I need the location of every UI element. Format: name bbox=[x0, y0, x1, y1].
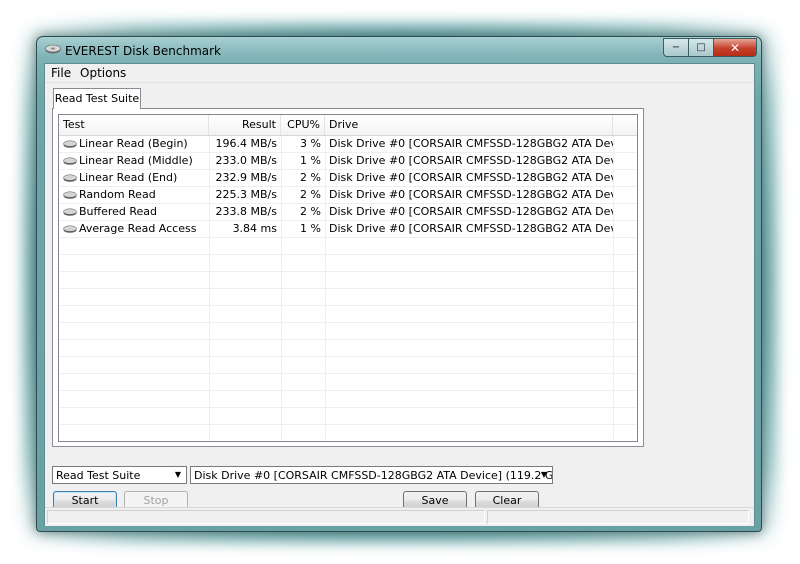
app-window: EVEREST Disk Benchmark − □ ✕ File Option… bbox=[36, 36, 762, 532]
cell-drive: Disk Drive #0 [CORSAIR CMFSSD-128GBG2 AT… bbox=[329, 222, 613, 235]
cell-test: Linear Read (End) bbox=[59, 170, 209, 186]
results-list[interactable]: Test Result CPU% Drive Linear Read (Begi… bbox=[58, 114, 638, 442]
status-pane bbox=[487, 510, 749, 524]
cell-drive: Disk Drive #0 [CORSAIR CMFSSD-128GBG2 AT… bbox=[329, 205, 613, 218]
suite-select[interactable]: Read Test Suite ▼ bbox=[52, 466, 187, 484]
maximize-icon: □ bbox=[696, 42, 706, 53]
cell-test: Average Read Access bbox=[59, 221, 209, 237]
cell-cpu: 1 % bbox=[300, 154, 321, 167]
cell-cpu: 2 % bbox=[300, 205, 321, 218]
suite-select-value: Read Test Suite bbox=[56, 469, 141, 482]
cell-drive: Disk Drive #0 [CORSAIR CMFSSD-128GBG2 AT… bbox=[329, 154, 613, 167]
column-header-drive[interactable]: Drive bbox=[325, 115, 613, 135]
empty-row bbox=[59, 425, 637, 441]
list-rows: Linear Read (Begin) 196.4 MB/s 3 % Disk … bbox=[59, 136, 637, 441]
cell-cpu: 3 % bbox=[300, 137, 321, 150]
table-row[interactable]: Linear Read (Begin) 196.4 MB/s 3 % Disk … bbox=[59, 136, 637, 153]
status-pane bbox=[47, 510, 485, 524]
cell-result: 233.0 MB/s bbox=[215, 154, 277, 167]
window-title: EVEREST Disk Benchmark bbox=[65, 44, 221, 58]
close-icon: ✕ bbox=[729, 40, 741, 55]
cell-test: Buffered Read bbox=[59, 204, 209, 220]
empty-row bbox=[59, 340, 637, 357]
test-name: Random Read bbox=[79, 188, 156, 201]
status-bar bbox=[45, 507, 754, 526]
chevron-down-icon: ▼ bbox=[174, 470, 182, 479]
minimize-button[interactable]: − bbox=[663, 38, 689, 57]
empty-row bbox=[59, 391, 637, 408]
empty-row bbox=[59, 374, 637, 391]
column-header-cpu[interactable]: CPU% bbox=[281, 115, 325, 135]
drive-select[interactable]: Disk Drive #0 [CORSAIR CMFSSD-128GBG2 AT… bbox=[190, 466, 553, 484]
empty-row bbox=[59, 255, 637, 272]
empty-row bbox=[59, 238, 637, 255]
drive-select-value: Disk Drive #0 [CORSAIR CMFSSD-128GBG2 AT… bbox=[194, 469, 553, 482]
disk-drive-icon bbox=[63, 225, 77, 233]
cell-drive: Disk Drive #0 [CORSAIR CMFSSD-128GBG2 AT… bbox=[329, 188, 613, 201]
menu-options[interactable]: Options bbox=[80, 66, 126, 80]
disk-drive-icon bbox=[63, 208, 77, 216]
cell-test: Random Read bbox=[59, 187, 209, 203]
table-row[interactable]: Linear Read (End) 232.9 MB/s 2 % Disk Dr… bbox=[59, 170, 637, 187]
test-name: Linear Read (Begin) bbox=[79, 137, 188, 150]
maximize-button[interactable]: □ bbox=[689, 38, 714, 57]
cell-cpu: 1 % bbox=[300, 222, 321, 235]
disk-drive-icon bbox=[63, 191, 77, 199]
table-row[interactable]: Random Read 225.3 MB/s 2 % Disk Drive #0… bbox=[59, 187, 637, 204]
test-name: Average Read Access bbox=[79, 222, 197, 235]
caption-buttons: − □ ✕ bbox=[663, 38, 757, 57]
close-button[interactable]: ✕ bbox=[714, 38, 757, 57]
cell-cpu: 2 % bbox=[300, 171, 321, 184]
cell-result: 233.8 MB/s bbox=[215, 205, 277, 218]
tab-panel: Test Result CPU% Drive Linear Read (Begi… bbox=[52, 108, 644, 447]
cell-drive: Disk Drive #0 [CORSAIR CMFSSD-128GBG2 AT… bbox=[329, 137, 613, 150]
cell-cpu: 2 % bbox=[300, 188, 321, 201]
menu-bar: File Options bbox=[45, 64, 754, 83]
cell-result: 196.4 MB/s bbox=[215, 137, 277, 150]
empty-row bbox=[59, 306, 637, 323]
minimize-icon: − bbox=[671, 42, 681, 53]
menu-file[interactable]: File bbox=[51, 66, 71, 80]
title-bar[interactable]: EVEREST Disk Benchmark − □ ✕ bbox=[37, 37, 761, 63]
empty-row bbox=[59, 272, 637, 289]
test-name: Linear Read (Middle) bbox=[79, 154, 193, 167]
disk-drive-icon bbox=[63, 157, 77, 165]
empty-row bbox=[59, 289, 637, 306]
cell-result: 3.84 ms bbox=[232, 222, 277, 235]
empty-row bbox=[59, 323, 637, 340]
chevron-down-icon: ▼ bbox=[540, 470, 548, 479]
disk-drive-icon bbox=[63, 140, 77, 148]
table-row[interactable]: Buffered Read 233.8 MB/s 2 % Disk Drive … bbox=[59, 204, 637, 221]
table-row[interactable]: Average Read Access 3.84 ms 1 % Disk Dri… bbox=[59, 221, 637, 238]
empty-row bbox=[59, 408, 637, 425]
cell-test: Linear Read (Begin) bbox=[59, 136, 209, 152]
table-row[interactable]: Linear Read (Middle) 233.0 MB/s 1 % Disk… bbox=[59, 153, 637, 170]
cell-result: 232.9 MB/s bbox=[215, 171, 277, 184]
empty-row bbox=[59, 357, 637, 374]
disk-drive-icon bbox=[63, 174, 77, 182]
cell-test: Linear Read (Middle) bbox=[59, 153, 209, 169]
client-area: File Options Read Test Suite Test Result… bbox=[44, 63, 755, 526]
cell-drive: Disk Drive #0 [CORSAIR CMFSSD-128GBG2 AT… bbox=[329, 171, 613, 184]
test-name: Linear Read (End) bbox=[79, 171, 178, 184]
column-header-test[interactable]: Test bbox=[59, 115, 209, 135]
tab-read-test-suite[interactable]: Read Test Suite bbox=[53, 88, 141, 109]
test-name: Buffered Read bbox=[79, 205, 158, 218]
list-header: Test Result CPU% Drive bbox=[59, 115, 637, 136]
column-header-result[interactable]: Result bbox=[209, 115, 281, 135]
cell-result: 225.3 MB/s bbox=[215, 188, 277, 201]
disk-drive-icon bbox=[45, 44, 61, 54]
